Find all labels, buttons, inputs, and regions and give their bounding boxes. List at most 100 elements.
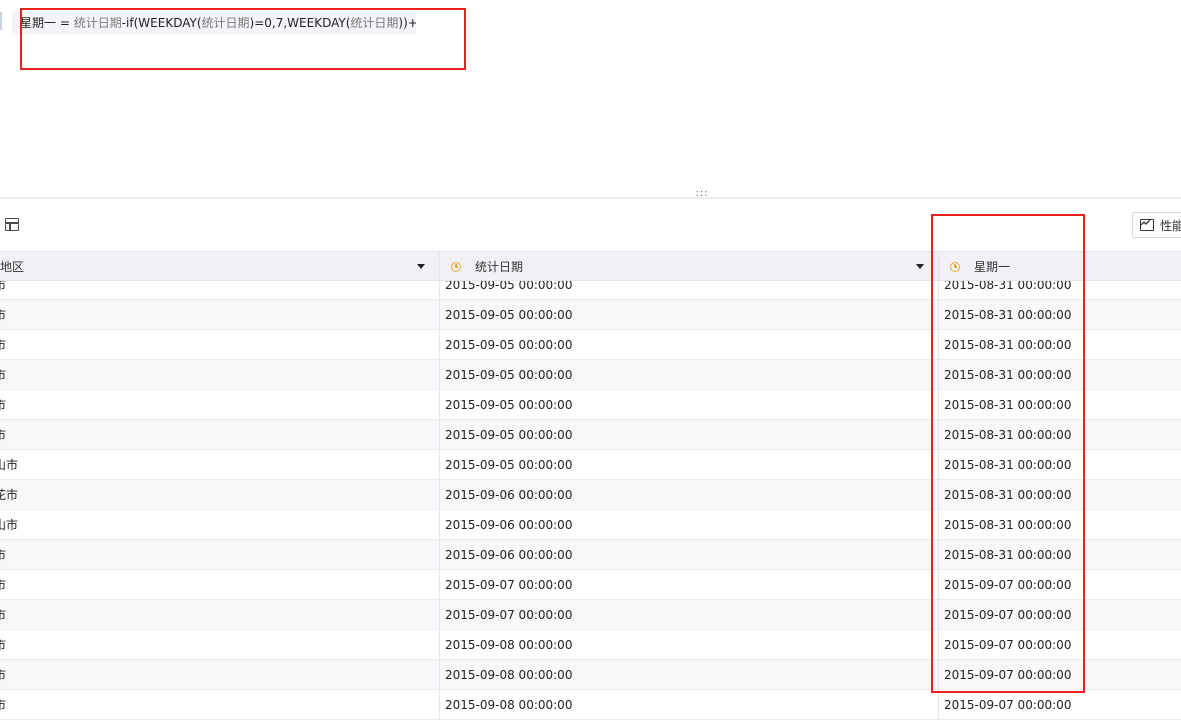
column-label: 地区 [0,260,25,274]
sort-dropdown-icon[interactable] [417,264,425,269]
formula-editor[interactable]: 星期一 = 统计日期-if(WEEKDAY(统计日期)=0,7,WEEKDAY(… [0,0,1181,198]
cell-monday: 2015-08-31 00:00:00 [939,540,1181,569]
cell-region-text: 山市 [0,518,19,532]
column-header-date[interactable]: 统计日期 [440,252,939,281]
cell-date-text: 2015-09-06 00:00:00 [445,487,573,502]
table-row[interactable]: 市 2015-09-05 00:00:00 2015-08-31 00:00:00 [0,281,1181,300]
cell-date: 2015-09-05 00:00:00 [440,420,939,449]
table-rows: 市2015-09-05 00:00:002015-08-31 00:00:00市… [0,281,1181,720]
cell-date: 2015-09-06 00:00:00 [440,480,939,509]
cell-monday: 2015-08-31 00:00:00 [939,390,1181,419]
cell-region: 市 [0,281,440,299]
performance-button[interactable]: 性能 [1132,212,1181,238]
cell-monday: 2015-08-31 00:00:00 [939,480,1181,509]
cell-region: 市 [0,420,440,449]
cell-monday: 2015-08-31 00:00:00 [939,330,1181,359]
cell-monday: 2015-08-31 00:00:00 [939,450,1181,479]
table-row[interactable]: 市 2015-09-08 00:00:00 2015-09-07 00:00:00 [0,630,1181,660]
cell-date: 2015-09-07 00:00:00 [440,600,939,629]
table-row[interactable]: 山市 2015-09-05 00:00:00 2015-08-31 00:00:00 [0,450,1181,480]
cell-date: 2015-09-07 00:00:00 [440,570,939,599]
cell-region: 市 [0,330,440,359]
cell-monday-text: 2015-08-31 00:00:00 [944,367,1072,382]
cell-region: 市 [0,630,440,659]
table-row[interactable]: 市 2015-09-07 00:00:00 2015-09-07 00:00:00 [0,570,1181,600]
cell-monday-text: 2015-09-07 00:00:00 [944,577,1072,592]
table-row[interactable]: 市 2015-09-08 00:00:00 2015-09-07 00:00:00 [0,660,1181,690]
sort-dropdown-icon[interactable] [916,264,924,269]
cell-region-text: 市 [0,366,6,383]
cell-region-text: 市 [0,426,6,443]
cell-region: 市 [0,600,440,629]
table-row[interactable]: 市 2015-09-07 00:00:00 2015-09-07 00:00:00 [0,600,1181,630]
formula-mid: )=0,7,WEEKDAY( [249,16,351,30]
cell-region-text: 花市 [0,488,19,502]
cell-region: 市 [0,300,440,329]
formula-tail: ))+1 [398,16,416,30]
cell-region-text: 市 [0,546,6,563]
cell-monday: 2015-08-31 00:00:00 [939,281,1181,299]
table-row[interactable]: 市 2015-09-05 00:00:00 2015-08-31 00:00:00 [0,330,1181,360]
clock-icon [950,261,960,272]
cell-monday-text: 2015-09-07 00:00:00 [944,607,1072,622]
cell-date-text: 2015-09-05 00:00:00 [445,307,573,322]
cell-monday: 2015-09-07 00:00:00 [939,570,1181,599]
formula-field: 统计日期 [73,16,122,30]
cell-monday: 2015-09-07 00:00:00 [939,690,1181,719]
table-row[interactable]: 市 2015-09-05 00:00:00 2015-08-31 00:00:00 [0,300,1181,330]
table-row[interactable]: 山市 2015-09-06 00:00:00 2015-08-31 00:00:00 [0,510,1181,540]
cell-date: 2015-09-06 00:00:00 [440,510,939,539]
cell-monday: 2015-09-07 00:00:00 [939,630,1181,659]
table-header: 地区 统计日期 星期一 [0,251,1181,281]
cell-region-text: 市 [0,576,6,593]
table-row[interactable]: 市 2015-09-06 00:00:00 2015-08-31 00:00:00 [0,540,1181,570]
cell-region-text: 市 [0,306,6,323]
cell-region-text: 山市 [0,458,19,472]
cell-date-text: 2015-09-07 00:00:00 [445,607,573,622]
column-header-region[interactable]: 地区 [0,252,440,281]
cell-date: 2015-09-06 00:00:00 [440,540,939,569]
cell-date: 2015-09-05 00:00:00 [440,450,939,479]
clock-icon [451,261,461,272]
cell-monday: 2015-08-31 00:00:00 [939,420,1181,449]
monitor-chart-icon [1140,219,1154,231]
cell-region: 市 [0,390,440,419]
cell-region-text: 市 [0,606,6,623]
table-row[interactable]: 市 2015-09-05 00:00:00 2015-08-31 00:00:00 [0,420,1181,450]
cell-monday-text: 2015-08-31 00:00:00 [944,337,1072,352]
cell-monday: 2015-09-07 00:00:00 [939,600,1181,629]
cell-monday: 2015-08-31 00:00:00 [939,300,1181,329]
layout-panel-icon[interactable] [5,218,19,231]
table-body[interactable]: 市2015-09-05 00:00:002015-08-31 00:00:00市… [0,281,1181,723]
cell-region: 市 [0,360,440,389]
performance-label: 性能 [1160,218,1181,233]
cell-date: 2015-09-08 00:00:00 [440,630,939,659]
cell-date-text: 2015-09-05 00:00:00 [445,427,573,442]
column-label: 统计日期 [475,260,524,274]
cell-region-text: 市 [0,336,6,353]
table-row[interactable]: 花市 2015-09-06 00:00:00 2015-08-31 00:00:00 [0,480,1181,510]
cell-date: 2015-09-05 00:00:00 [440,300,939,329]
cell-monday-text: 2015-08-31 00:00:00 [944,517,1072,532]
cell-monday: 2015-08-31 00:00:00 [939,510,1181,539]
cell-monday-text: 2015-08-31 00:00:00 [944,487,1072,502]
cell-date-text: 2015-09-05 00:00:00 [445,281,573,292]
cell-monday-text: 2015-08-31 00:00:00 [944,307,1072,322]
cell-date-text: 2015-09-08 00:00:00 [445,697,573,712]
column-header-monday[interactable]: 星期一 [939,252,1181,281]
cell-region-text: 市 [0,696,6,713]
formula-if: -if(WEEKDAY( [121,16,202,30]
formula-expression[interactable]: 星期一 = 统计日期-if(WEEKDAY(统计日期)=0,7,WEEKDAY(… [12,11,416,35]
table-row[interactable]: 市 2015-09-05 00:00:00 2015-08-31 00:00:00 [0,360,1181,390]
cell-region-text: 市 [0,666,6,683]
table-row[interactable]: 市 2015-09-05 00:00:00 2015-08-31 00:00:00 [0,390,1181,420]
cell-monday-text: 2015-08-31 00:00:00 [944,281,1072,292]
cell-region-text: 市 [0,281,6,293]
cell-monday: 2015-08-31 00:00:00 [939,360,1181,389]
cell-monday-text: 2015-09-07 00:00:00 [944,667,1072,682]
cell-date-text: 2015-09-06 00:00:00 [445,547,573,562]
cell-monday: 2015-09-07 00:00:00 [939,660,1181,689]
table-row[interactable]: 市 2015-09-08 00:00:00 2015-09-07 00:00:00 [0,690,1181,720]
cell-date-text: 2015-09-06 00:00:00 [445,517,573,532]
cell-region-text: 市 [0,636,6,653]
